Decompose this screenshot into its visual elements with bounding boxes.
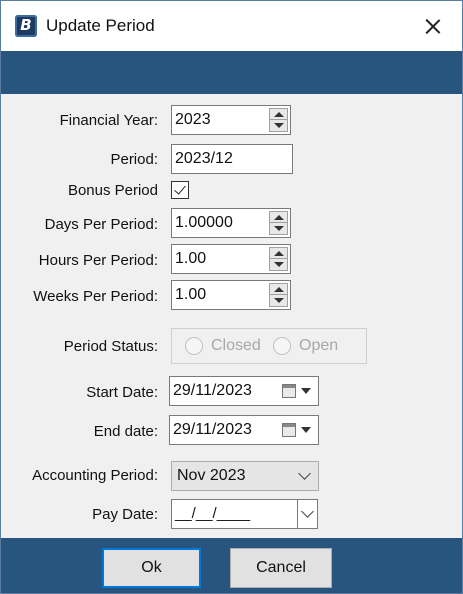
start-date-picker[interactable]: 29/11/2023 <box>169 376 319 406</box>
header-band <box>1 51 462 94</box>
close-icon[interactable] <box>412 9 454 43</box>
weeks-per-period-spin-buttons[interactable] <box>269 283 288 307</box>
pay-date-label: Pay Date: <box>92 506 158 523</box>
dropdown-arrow-icon[interactable] <box>301 388 311 394</box>
financial-year-spin-buttons[interactable] <box>269 108 288 132</box>
spin-up-icon[interactable] <box>274 112 284 117</box>
end-date-label: End date: <box>93 423 158 440</box>
start-date-label: Start Date: <box>86 384 158 401</box>
financial-year-stepper[interactable]: 2023 <box>171 105 291 135</box>
spin-up-icon[interactable] <box>274 251 284 256</box>
title-bar: Update Period <box>1 1 462 51</box>
days-per-period-spin-buttons[interactable] <box>269 211 288 235</box>
start-date-value: 29/11/2023 <box>173 382 252 399</box>
days-per-period-stepper[interactable]: 1.00000 <box>171 208 291 238</box>
hours-per-period-spin-buttons[interactable] <box>269 247 288 271</box>
ok-button[interactable]: Ok <box>102 548 201 588</box>
update-period-dialog: Update Period Financial Year: 2023 Perio… <box>0 0 463 594</box>
bonus-period-label: Bonus Period <box>67 182 158 199</box>
financial-year-label: Financial Year: <box>59 112 158 129</box>
weeks-per-period-value: 1.00 <box>175 286 207 303</box>
open-radio[interactable] <box>273 337 291 355</box>
financial-year-value: 2023 <box>175 111 211 128</box>
end-date-value: 29/11/2023 <box>173 421 252 438</box>
spin-up-icon[interactable] <box>274 215 284 220</box>
app-logo-icon <box>15 15 37 37</box>
days-per-period-value: 1.00000 <box>175 214 233 231</box>
pay-date-value: __/__/____ <box>175 505 251 522</box>
bonus-period-checkbox[interactable] <box>171 181 189 199</box>
closed-radio-label: Closed <box>211 337 261 354</box>
hours-per-period-stepper[interactable]: 1.00 <box>171 244 291 274</box>
spin-down-icon[interactable] <box>274 298 284 303</box>
spin-up-icon[interactable] <box>274 287 284 292</box>
period-status-label: Period Status: <box>63 338 158 355</box>
hours-per-period-value: 1.00 <box>175 250 207 267</box>
calendar-icon[interactable] <box>282 384 296 398</box>
pay-date-dropdown-button[interactable] <box>297 499 318 529</box>
hours-per-period-label: Hours Per Period: <box>38 252 158 269</box>
accounting-period-value: Nov 2023 <box>177 467 246 484</box>
chevron-down-icon[interactable] <box>301 505 314 518</box>
spin-down-icon[interactable] <box>274 262 284 267</box>
open-radio-label: Open <box>299 337 339 354</box>
dropdown-arrow-icon[interactable] <box>301 427 311 433</box>
period-value: 2023/12 <box>175 150 233 167</box>
weeks-per-period-label: Weeks Per Period: <box>33 288 158 305</box>
cancel-button[interactable]: Cancel <box>230 548 332 588</box>
end-date-picker[interactable]: 29/11/2023 <box>169 415 319 445</box>
window-title: Update Period <box>46 16 155 35</box>
spin-down-icon[interactable] <box>274 123 284 128</box>
accounting-period-label: Accounting Period: <box>32 467 158 484</box>
accounting-period-select[interactable]: Nov 2023 <box>171 461 319 491</box>
period-input[interactable]: 2023/12 <box>171 144 293 174</box>
chevron-down-icon[interactable] <box>298 467 311 480</box>
period-label: Period: <box>110 151 158 168</box>
weeks-per-period-stepper[interactable]: 1.00 <box>171 280 291 310</box>
closed-radio[interactable] <box>185 337 203 355</box>
days-per-period-label: Days Per Period: <box>44 216 158 233</box>
spin-down-icon[interactable] <box>274 226 284 231</box>
period-status-group: Closed Open <box>171 328 367 364</box>
pay-date-input[interactable]: __/__/____ <box>171 499 298 529</box>
calendar-icon[interactable] <box>282 423 296 437</box>
